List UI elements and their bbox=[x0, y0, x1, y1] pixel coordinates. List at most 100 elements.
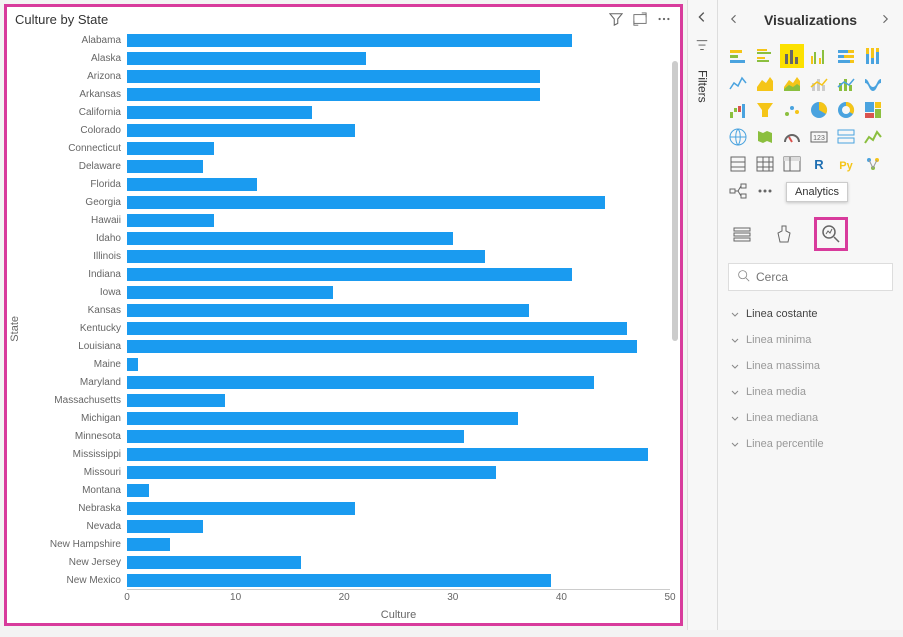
bar-row: Hawaii bbox=[23, 211, 670, 229]
bar[interactable] bbox=[127, 88, 540, 101]
multi-row-card-icon[interactable] bbox=[834, 125, 858, 149]
analytics-tab-icon[interactable] bbox=[814, 217, 848, 251]
bar[interactable] bbox=[127, 448, 648, 461]
stacked-bar-chart-icon[interactable] bbox=[726, 44, 750, 68]
decomposition-tree-icon[interactable] bbox=[726, 179, 750, 203]
category-label: Nevada bbox=[23, 521, 127, 532]
format-tab-icon[interactable] bbox=[772, 222, 796, 246]
accordion-item[interactable]: Linea costante bbox=[718, 301, 903, 327]
bar[interactable] bbox=[127, 520, 203, 533]
chevron-right-icon[interactable] bbox=[879, 13, 893, 27]
bar-row: Alabama bbox=[23, 31, 670, 49]
line-stacked-column-icon[interactable] bbox=[834, 71, 858, 95]
clustered-bar-chart-icon[interactable] bbox=[753, 44, 777, 68]
accordion-item[interactable]: Linea percentile bbox=[718, 431, 903, 457]
line-chart-icon[interactable] bbox=[726, 71, 750, 95]
category-label: New Hampshire bbox=[23, 539, 127, 550]
more-options-icon[interactable] bbox=[656, 11, 672, 27]
bar[interactable] bbox=[127, 214, 214, 227]
bar[interactable] bbox=[127, 574, 551, 587]
scatter-chart-icon[interactable] bbox=[780, 98, 804, 122]
chevron-left-icon[interactable] bbox=[695, 10, 711, 26]
category-label: Michigan bbox=[23, 413, 127, 424]
bar[interactable] bbox=[127, 196, 605, 209]
bar[interactable] bbox=[127, 160, 203, 173]
bar[interactable] bbox=[127, 142, 214, 155]
ribbon-chart-icon[interactable] bbox=[861, 71, 885, 95]
accordion-item[interactable]: Linea mediana bbox=[718, 405, 903, 431]
kpi-icon[interactable] bbox=[861, 125, 885, 149]
bar-row: Indiana bbox=[23, 265, 670, 283]
bar-row: Nevada bbox=[23, 517, 670, 535]
chart-plot-area: AlabamaAlaskaArizonaArkansasCaliforniaCo… bbox=[23, 31, 670, 589]
category-label: Missouri bbox=[23, 467, 127, 478]
bar[interactable] bbox=[127, 538, 170, 551]
stacked-column-chart-icon[interactable] bbox=[780, 44, 804, 68]
accordion-item[interactable]: Linea massima bbox=[718, 353, 903, 379]
bar[interactable] bbox=[127, 340, 637, 353]
accordion-label: Linea costante bbox=[746, 308, 818, 320]
bar[interactable] bbox=[127, 250, 485, 263]
bar[interactable] bbox=[127, 322, 627, 335]
filter-icon[interactable] bbox=[608, 11, 624, 27]
bar[interactable] bbox=[127, 34, 572, 47]
key-influencers-icon[interactable] bbox=[861, 152, 885, 176]
filled-map-icon[interactable] bbox=[753, 125, 777, 149]
filters-label[interactable]: Filters bbox=[696, 70, 710, 103]
bar[interactable] bbox=[127, 502, 355, 515]
pie-chart-icon[interactable] bbox=[807, 98, 831, 122]
search-box[interactable] bbox=[728, 263, 893, 291]
donut-chart-icon[interactable] bbox=[834, 98, 858, 122]
clustered-column-chart-icon[interactable] bbox=[807, 44, 831, 68]
bar[interactable] bbox=[127, 412, 518, 425]
hundred-stacked-column-icon[interactable] bbox=[861, 44, 885, 68]
bar[interactable] bbox=[127, 106, 312, 119]
bar[interactable] bbox=[127, 52, 366, 65]
bar[interactable] bbox=[127, 466, 496, 479]
bar[interactable] bbox=[127, 232, 453, 245]
bar[interactable] bbox=[127, 286, 333, 299]
focus-mode-icon[interactable] bbox=[632, 11, 648, 27]
bar[interactable] bbox=[127, 178, 257, 191]
category-label: Mississippi bbox=[23, 449, 127, 460]
chart-visual[interactable]: Culture by State State AlabamaAlaskaAriz… bbox=[4, 4, 683, 626]
bar[interactable] bbox=[127, 430, 464, 443]
bar-row: Nebraska bbox=[23, 499, 670, 517]
bar[interactable] bbox=[127, 124, 355, 137]
bar[interactable] bbox=[127, 556, 301, 569]
accordion-item[interactable]: Linea minima bbox=[718, 327, 903, 353]
map-icon[interactable] bbox=[726, 125, 750, 149]
bar[interactable] bbox=[127, 484, 149, 497]
more-visuals-icon[interactable] bbox=[753, 179, 777, 203]
funnel-chart-icon[interactable] bbox=[753, 98, 777, 122]
waterfall-chart-icon[interactable] bbox=[726, 98, 750, 122]
area-chart-icon[interactable] bbox=[753, 71, 777, 95]
r-visual-icon[interactable]: R bbox=[807, 152, 831, 176]
python-visual-icon[interactable]: Py bbox=[834, 152, 858, 176]
treemap-icon[interactable] bbox=[861, 98, 885, 122]
filters-icon[interactable] bbox=[695, 38, 711, 54]
chart-scrollbar[interactable] bbox=[672, 61, 678, 341]
chevron-left-icon[interactable] bbox=[728, 13, 742, 27]
bar[interactable] bbox=[127, 358, 138, 371]
accordion-item[interactable]: Linea media bbox=[718, 379, 903, 405]
fields-tab-icon[interactable] bbox=[730, 222, 754, 246]
matrix-icon[interactable] bbox=[780, 152, 804, 176]
category-label: Delaware bbox=[23, 161, 127, 172]
search-input[interactable] bbox=[756, 270, 903, 284]
bar[interactable] bbox=[127, 394, 225, 407]
gauge-icon[interactable] bbox=[780, 125, 804, 149]
bar[interactable] bbox=[127, 376, 594, 389]
line-clustered-column-icon[interactable] bbox=[807, 71, 831, 95]
bar[interactable] bbox=[127, 304, 529, 317]
bar-row: Kentucky bbox=[23, 319, 670, 337]
bar[interactable] bbox=[127, 268, 572, 281]
bar[interactable] bbox=[127, 70, 540, 83]
category-label: Arizona bbox=[23, 71, 127, 82]
stacked-area-chart-icon[interactable] bbox=[780, 71, 804, 95]
hundred-stacked-bar-icon[interactable] bbox=[834, 44, 858, 68]
accordion-label: Linea mediana bbox=[746, 412, 818, 424]
card-icon[interactable]: 123 bbox=[807, 125, 831, 149]
slicer-icon[interactable] bbox=[726, 152, 750, 176]
table-icon[interactable] bbox=[753, 152, 777, 176]
